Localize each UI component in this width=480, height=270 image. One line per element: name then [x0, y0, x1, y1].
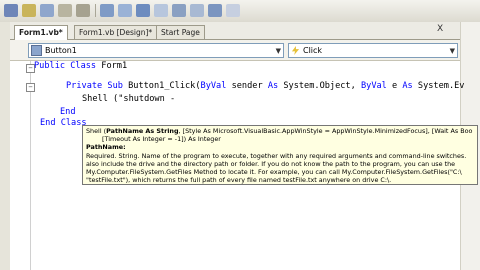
code-line-4: End [60, 107, 76, 117]
navigation-bar: Button1 ▼ Click ▼ [10, 40, 460, 61]
code-text: sender [226, 81, 268, 91]
tab-start-page[interactable]: Start Page [156, 25, 205, 39]
tab-form1-design[interactable]: Form1.vb [Design]* [74, 25, 158, 39]
code-text: System.Object, [278, 81, 361, 91]
event-combo-value: Click [303, 46, 323, 55]
toolbar-icon-2[interactable] [22, 4, 36, 17]
code-line-1: Public Class Form1 [34, 61, 127, 71]
toolbar-icon-9[interactable] [154, 4, 168, 17]
keyword: As [267, 81, 279, 91]
document-tab-bar: Form1.vb* Form1.vb [Design]* Start Page [10, 22, 460, 40]
keyword: ByVal [200, 81, 227, 91]
param-description-4: "testFile.txt"), which returns the full … [86, 176, 392, 185]
toolbar-icon-13[interactable] [226, 4, 240, 17]
keyword: Private Sub [66, 81, 123, 91]
code-line-5: End Class [40, 118, 87, 128]
code-line-3: Shell ("shutdown - [82, 94, 176, 104]
chevron-down-icon[interactable]: ▼ [276, 45, 281, 58]
chevron-down-icon[interactable]: ▼ [450, 45, 455, 58]
toolbar-separator [95, 4, 96, 17]
signature-line: Shell (PathName As String, [Style As Mic… [86, 127, 474, 135]
param-name-label: PathName: [86, 143, 126, 152]
toolbar-icon-1[interactable] [4, 4, 18, 17]
param-name: PathName: [86, 143, 474, 151]
param-description-3: My.Computer.FileSystem.GetFiles Method t… [86, 168, 462, 177]
toolbar-icon-8[interactable] [136, 4, 150, 17]
signature-current-param: PathName As String [106, 127, 179, 135]
keyword: As [402, 81, 413, 91]
tab-form1-vb[interactable]: Form1.vb* [14, 25, 68, 40]
code-line-2: Private Sub Button1_Click(ByVal sender A… [66, 81, 464, 91]
toolbar-icon-11[interactable] [190, 4, 204, 17]
param-description-1: Required. String. Name of the program to… [86, 151, 467, 160]
toolbar-icon-12[interactable] [208, 4, 222, 17]
toolbar-icon-5[interactable] [76, 4, 90, 17]
parameter-info-tooltip: Shell (PathName As String, [Style As Mic… [82, 125, 478, 185]
signature-text: Shell ( [86, 127, 107, 135]
code-text: System.Ev [412, 81, 465, 91]
object-combo-value: Button1 [45, 46, 77, 55]
code-text: e [386, 81, 403, 91]
toolbar-icon-3[interactable] [40, 4, 54, 17]
keyword: Public Class [34, 61, 97, 71]
toolbar-icon-10[interactable] [172, 4, 186, 17]
outline-margin [30, 61, 31, 270]
left-gutter-strip [0, 22, 10, 270]
lightning-icon [291, 46, 300, 55]
param-description-2: also include the drive and the directory… [86, 159, 456, 168]
event-combo[interactable]: Click ▼ [288, 43, 458, 58]
toolbar-icon-7[interactable] [118, 4, 132, 17]
close-icon[interactable]: X [437, 24, 443, 34]
signature-text: , [Style As Microsoft.VisualBasic.AppWin… [178, 127, 473, 135]
code-text: Form1 [96, 61, 128, 71]
keyword: ByVal [360, 81, 387, 91]
collapse-icon[interactable]: − [26, 83, 35, 92]
button-icon [31, 45, 42, 56]
signature-line-2: [Timeout As Integer = -1]) As Integer [102, 135, 221, 144]
object-combo[interactable]: Button1 ▼ [28, 43, 284, 58]
code-text: Button1_Click( [122, 81, 201, 91]
toolbar-icon-6[interactable] [100, 4, 114, 17]
toolbar-icon-4[interactable] [58, 4, 72, 17]
toolbar [0, 0, 480, 23]
